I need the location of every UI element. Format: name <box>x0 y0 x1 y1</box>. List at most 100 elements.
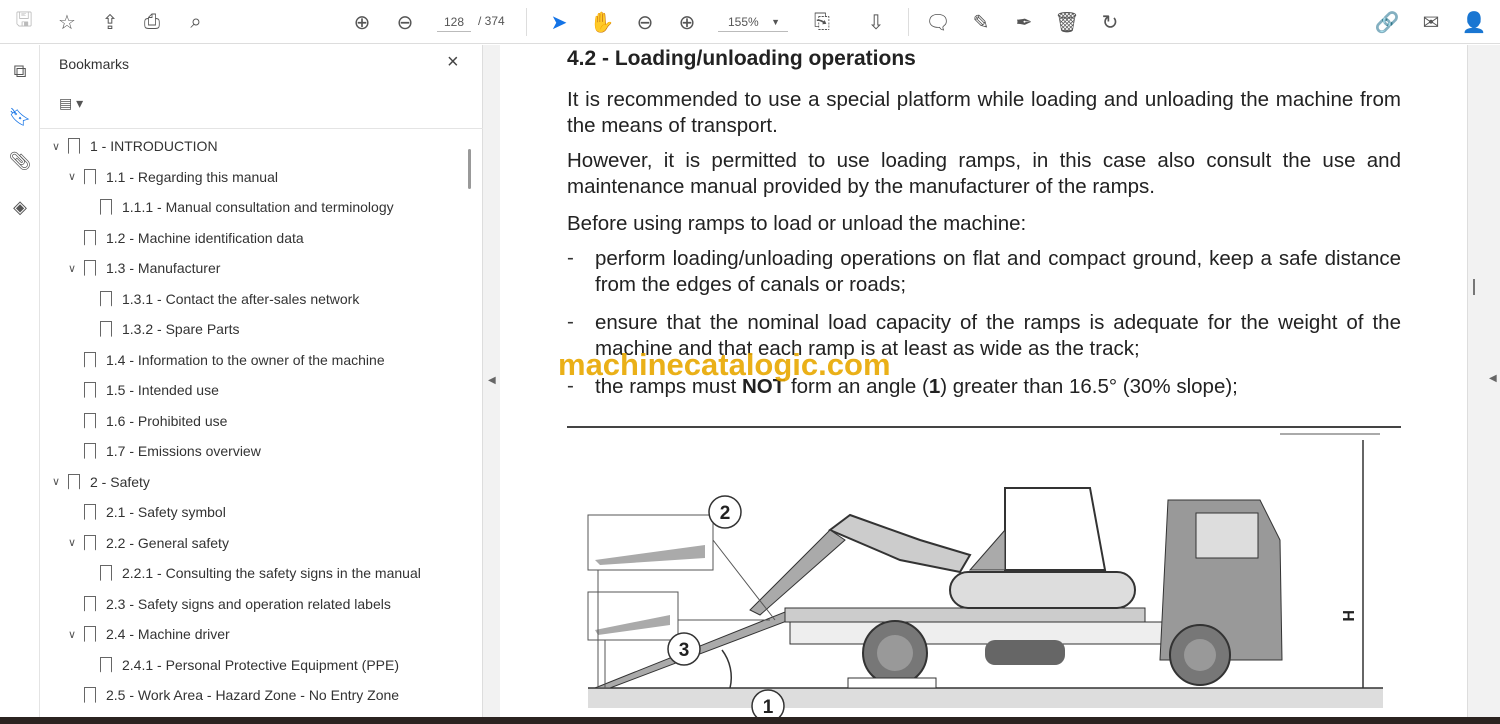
scrollbar[interactable] <box>468 149 471 189</box>
page-up-icon[interactable]: ⊕ <box>348 8 376 36</box>
bookmark-item[interactable]: 1.3.2 - Spare Parts <box>84 316 240 342</box>
bookmark-item[interactable]: 1.7 - Emissions overview <box>68 438 261 464</box>
bookmark-icon <box>84 412 96 429</box>
bookmark-icon <box>100 290 112 307</box>
share-link-icon[interactable]: 🔗 <box>1373 8 1401 36</box>
close-icon[interactable]: × <box>447 51 459 74</box>
pages-icon[interactable]: ⧉ <box>8 61 32 85</box>
bookmark-item[interactable]: 2.5 - Work Area - Hazard Zone - No Entry… <box>68 682 399 708</box>
scrollbar[interactable] <box>1473 279 1475 295</box>
fit-page-icon[interactable]: ⎘ <box>808 8 836 36</box>
chevron-down-icon[interactable]: ∨ <box>52 475 68 488</box>
zoom-out-icon[interactable]: ⊖ <box>631 8 659 36</box>
star-icon[interactable]: ☆ <box>53 8 81 36</box>
paragraph: Before using ramps to load or unload the… <box>567 212 1027 235</box>
bookmarks-icon[interactable]: 🔖︎ <box>8 107 32 131</box>
bookmark-item[interactable]: 1.4 - Information to the owner of the ma… <box>68 347 385 373</box>
collapse-panel-button[interactable]: ◀ <box>483 45 500 717</box>
hand-icon[interactable]: ✋ <box>588 8 616 36</box>
paragraph: However, it is permitted to use loading … <box>567 149 1401 198</box>
comment-icon[interactable]: 🗨 <box>924 8 952 36</box>
bookmark-icon <box>84 382 96 398</box>
bookmark-icon <box>84 595 96 612</box>
sign-icon[interactable]: ✒ <box>1010 8 1038 36</box>
find-icon[interactable]: ⌕ <box>182 8 210 36</box>
divider <box>1467 45 1468 717</box>
section-heading: 4.2 - Loading/unloading operations <box>567 47 916 70</box>
bookmark-label: 1.3.1 - Contact the after-sales network <box>122 290 360 307</box>
rotate-icon[interactable]: ↻ <box>1096 8 1124 36</box>
delete-icon[interactable]: 🗑 <box>1053 8 1081 36</box>
chevron-down-icon[interactable]: ∨ <box>68 262 84 275</box>
bookmark-label: 2.4.1 - Personal Protective Equipment (P… <box>122 656 400 673</box>
bookmark-icon <box>84 229 96 246</box>
bookmark-item[interactable]: 2.3 - Safety signs and operation related… <box>68 591 391 617</box>
bookmark-label: 1.5 - Intended use <box>106 382 219 398</box>
email-icon[interactable]: ✉ <box>1417 8 1445 36</box>
callout-1: 1 <box>763 697 774 717</box>
chevron-down-icon[interactable]: ∨ <box>68 536 84 549</box>
bookmark-item[interactable]: ∨ 1.1 - Regarding this manual <box>68 164 278 190</box>
bookmark-icon <box>100 656 112 673</box>
bookmark-item[interactable]: ∨ 1 - INTRODUCTION <box>52 133 218 159</box>
watermark: machinecatalogic.com <box>558 347 891 382</box>
bookmark-options-button[interactable]: ▤ ▾ <box>59 95 83 112</box>
bookmark-item[interactable]: ∨ 2.2 - General safety <box>68 530 229 556</box>
chevron-down-icon[interactable]: ∨ <box>52 140 68 153</box>
add-user-icon[interactable]: 👤 <box>1460 8 1488 36</box>
bookmark-label: 1.7 - Emissions overview <box>106 443 261 459</box>
bookmark-icon <box>84 534 96 551</box>
bookmark-item[interactable]: 1.6 - Prohibited use <box>68 408 227 434</box>
chevron-left-icon: ◀ <box>488 375 496 386</box>
highlight-icon[interactable]: ✎ <box>967 8 995 36</box>
bookmark-item[interactable]: 1.5 - Intended use <box>68 377 219 403</box>
save-icon[interactable]: 🖫 <box>10 8 38 36</box>
cloud-upload-icon[interactable]: ⇪ <box>96 8 124 36</box>
zoom-value: 155% <box>728 15 759 29</box>
bookmark-item[interactable]: ∨ 2.4 - Machine driver <box>68 621 230 647</box>
zoom-select[interactable]: 155% ▼ <box>718 12 788 32</box>
bookmark-label: 2 - Safety <box>90 473 150 490</box>
bookmark-label: 1.3.2 - Spare Parts <box>122 321 240 337</box>
bookmark-item[interactable]: 1.3.1 - Contact the after-sales network <box>84 286 359 312</box>
bookmark-label: 2.4 - Machine driver <box>106 626 230 642</box>
toolbar: 🖫 ☆ ⇪ ⎙ ⌕ ⊕ ⊖ 128 / 374 ➤ ✋ ⊖ ⊕ 155% ▼ ⎘ … <box>0 0 1500 44</box>
bookmark-item[interactable]: ∨ 2 - Safety <box>52 469 150 495</box>
bookmark-icon <box>84 351 96 368</box>
bookmark-icon <box>84 168 96 185</box>
bookmark-icon <box>68 138 80 154</box>
chevron-down-icon[interactable]: ∨ <box>68 628 84 641</box>
bookmark-item[interactable]: 2.4.1 - Personal Protective Equipment (P… <box>84 652 399 678</box>
bookmark-label: 1.6 - Prohibited use <box>106 412 228 429</box>
bottom-bar <box>0 717 1500 724</box>
scroll-mode-icon[interactable]: ⇩ <box>862 8 890 36</box>
bookmark-item[interactable]: 1.2 - Machine identification data <box>68 225 304 251</box>
attachments-icon[interactable]: 📎︎ <box>8 151 32 175</box>
chevron-down-icon[interactable]: ∨ <box>68 170 84 183</box>
select-cursor-icon[interactable]: ➤ <box>545 8 573 36</box>
bookmark-label: 2.5 - Work Area - Hazard Zone - No Entry… <box>106 687 400 703</box>
bookmark-label: 2.3 - Safety signs and operation related… <box>106 595 391 612</box>
print-icon[interactable]: ⎙ <box>138 8 166 36</box>
bullet-dash: - <box>567 310 574 333</box>
bookmarks-panel: Bookmarks × ▤ ▾ ∨ 1 - INTRODUCTION ∨ 1.1 - … <box>40 45 483 717</box>
bookmark-item[interactable]: 2.1 - Safety symbol <box>68 499 226 525</box>
chevron-left-icon[interactable]: ◀ <box>1489 373 1497 384</box>
page-down-icon[interactable]: ⊖ <box>391 8 419 36</box>
loading-diagram: 2 3 1 H <box>567 426 1401 717</box>
bookmark-label: 1.1.1 - Manual consultation and terminol… <box>122 199 394 215</box>
bookmark-label: 1.3 - Manufacturer <box>106 260 221 276</box>
zoom-in-icon[interactable]: ⊕ <box>673 8 701 36</box>
bookmark-item[interactable]: 2.2.1 - Consulting the safety signs in t… <box>84 560 421 586</box>
bookmark-label: 1.1 - Regarding this manual <box>106 168 278 185</box>
page-number-input[interactable]: 128 <box>437 12 471 32</box>
bookmark-label: 1 - INTRODUCTION <box>90 138 218 154</box>
bookmark-item[interactable]: ∨ 1.3 - Manufacturer <box>68 255 220 281</box>
bookmark-icon <box>84 443 96 459</box>
layers-icon[interactable]: ◈ <box>8 197 32 221</box>
bookmark-icon <box>84 626 96 642</box>
text-bold: 1 <box>928 375 941 398</box>
scroll-gutter: ◀ <box>1467 45 1500 717</box>
page-total: / 374 <box>478 14 505 28</box>
bookmark-item[interactable]: 1.1.1 - Manual consultation and terminol… <box>84 194 394 220</box>
